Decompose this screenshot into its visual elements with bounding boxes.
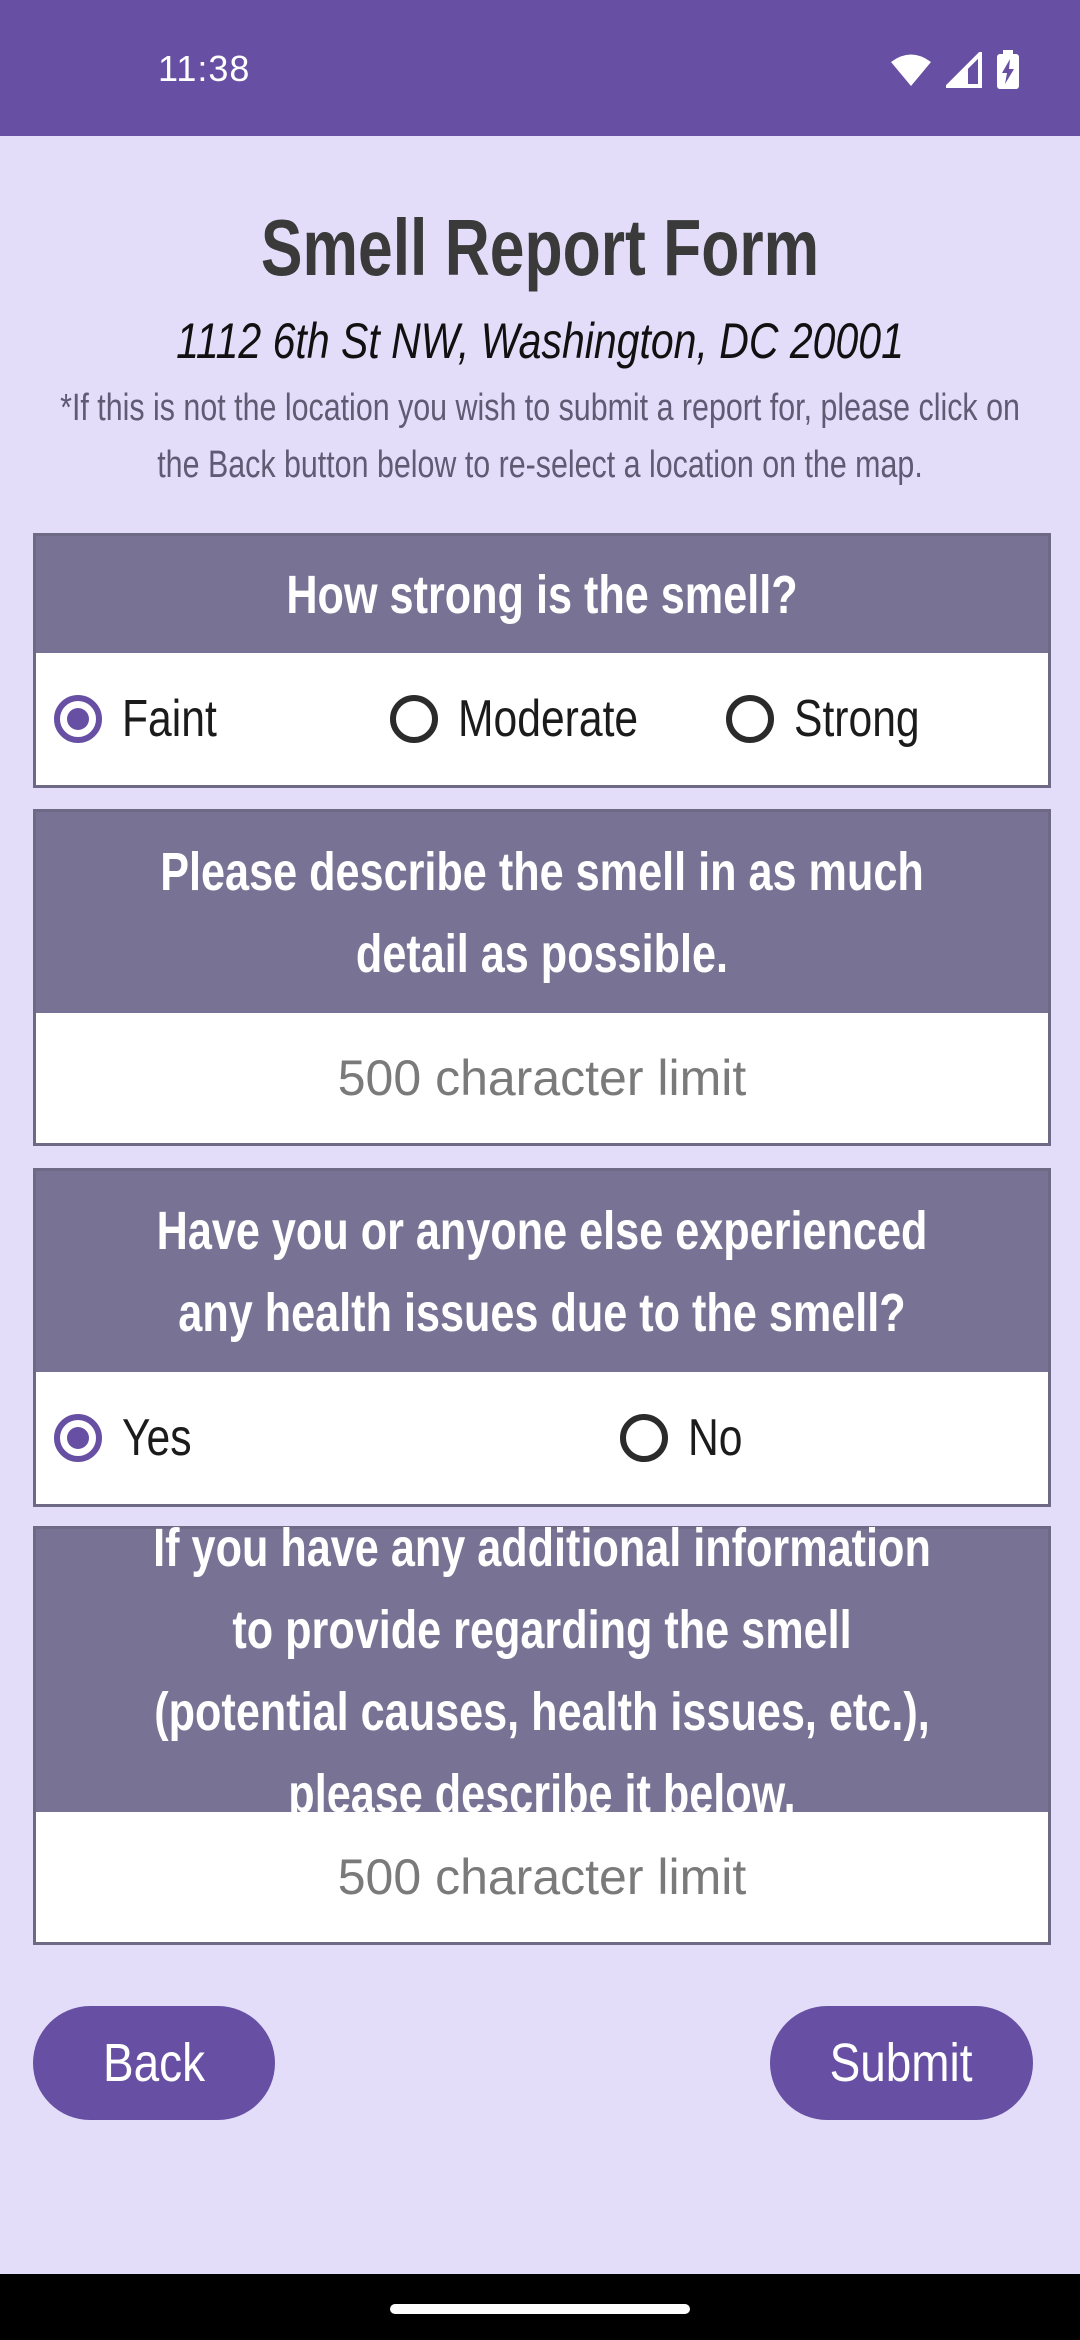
smell-strength-options: Faint Moderate Strong bbox=[36, 653, 1048, 785]
form-header: Smell Report Form 1112 6th St NW, Washin… bbox=[0, 136, 1080, 494]
additional-info-body bbox=[36, 1812, 1048, 1942]
health-option-no[interactable]: No bbox=[620, 1408, 754, 1468]
status-time: 11:38 bbox=[158, 48, 251, 89]
wifi-icon bbox=[891, 54, 931, 86]
status-icons bbox=[890, 50, 1020, 90]
strength-option-faint[interactable]: Faint bbox=[54, 689, 238, 749]
radio-checked-icon[interactable] bbox=[54, 1414, 102, 1462]
signal-icon bbox=[946, 52, 982, 88]
radio-checked-icon[interactable] bbox=[54, 695, 102, 743]
additional-info-input[interactable] bbox=[36, 1812, 1048, 1942]
smell-strength-card: How strong is the smell? Faint Moderate … bbox=[33, 533, 1051, 788]
smell-description-body bbox=[36, 1013, 1048, 1143]
battery-charging-icon bbox=[997, 50, 1019, 89]
radio-unchecked-icon[interactable] bbox=[726, 695, 774, 743]
back-button[interactable]: Back bbox=[33, 2006, 275, 2120]
smell-description-input[interactable] bbox=[36, 1013, 1048, 1143]
strength-option-strong[interactable]: Strong bbox=[726, 689, 947, 749]
location-note: *If this is not the location you wish to… bbox=[60, 387, 1020, 486]
page-title: Smell Report Form bbox=[260, 203, 820, 292]
health-option-yes[interactable]: Yes bbox=[54, 1408, 207, 1468]
navigation-bar bbox=[0, 2274, 1080, 2340]
smell-description-card: Please describe the smell in as much det… bbox=[33, 809, 1051, 1146]
location-address: 1112 6th St NW, Washington, DC 20001 bbox=[176, 313, 904, 369]
submit-button[interactable]: Submit bbox=[770, 2006, 1033, 2120]
additional-info-card: If you have any additional information t… bbox=[33, 1518, 1051, 1945]
smell-description-question: Please describe the smell in as much det… bbox=[36, 812, 1048, 1013]
home-gesture-handle[interactable] bbox=[390, 2304, 690, 2314]
radio-unchecked-icon[interactable] bbox=[620, 1414, 668, 1462]
strength-option-moderate[interactable]: Moderate bbox=[390, 689, 678, 749]
health-issues-card: Have you or anyone else experienced any … bbox=[33, 1168, 1051, 1507]
health-issues-question: Have you or anyone else experienced any … bbox=[36, 1171, 1048, 1372]
additional-info-question: If you have any additional information t… bbox=[36, 1518, 1048, 1824]
smell-strength-question: How strong is the smell? bbox=[36, 536, 1048, 653]
status-bar: 11:38 bbox=[0, 0, 1080, 136]
health-issues-options: Yes No bbox=[36, 1372, 1048, 1504]
radio-unchecked-icon[interactable] bbox=[390, 695, 438, 743]
